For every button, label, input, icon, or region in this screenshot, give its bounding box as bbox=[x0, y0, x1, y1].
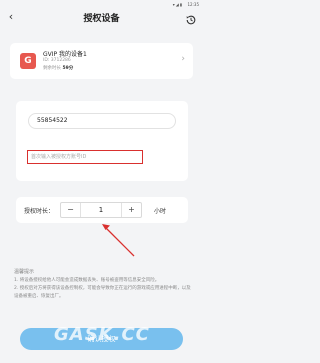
watermark: GASK.CC bbox=[54, 324, 150, 345]
chevron-right-icon: › bbox=[181, 54, 185, 64]
remaining-label: 剩余时长 bbox=[43, 66, 61, 71]
header: ‹ 授权设备 bbox=[0, 8, 203, 26]
duration-value[interactable]: 1 bbox=[81, 203, 121, 217]
duration-stepper: − 1 + bbox=[60, 202, 142, 218]
signal-icon: ▾◢▮ bbox=[172, 2, 183, 7]
tip-item: 1. 将设备授权给他人可能会造成数据丢失、账号被盗用等信息安全风险。 bbox=[14, 278, 160, 283]
app-logo: G bbox=[20, 53, 36, 69]
tip-item: 2. 授权后对方将获得该设备控制权，可能会导致你正在运行的游戏或应用进程中断，以… bbox=[14, 286, 191, 299]
duration-unit: 小时 bbox=[154, 208, 167, 215]
remaining-value: 59分 bbox=[62, 66, 74, 71]
device-card[interactable]: G GVIP 我的设备1 ID: 3712286 剩余时长 59分 › bbox=[10, 43, 193, 79]
authorization-code: 55854522 bbox=[28, 113, 176, 129]
tips-section: 温馨提示 1. 将设备授权给他人可能会造成数据丢失、账号被盗用等信息安全风险。 … bbox=[14, 268, 194, 301]
auth-card: 55854522 bbox=[16, 101, 188, 181]
history-button[interactable] bbox=[185, 11, 197, 25]
tips-title: 温馨提示 bbox=[14, 269, 35, 275]
duration-label: 授权时长： bbox=[24, 208, 55, 215]
decrease-button[interactable]: − bbox=[61, 203, 81, 217]
page-title: 授权设备 bbox=[83, 14, 120, 24]
increase-button[interactable]: + bbox=[121, 203, 141, 217]
device-id: ID: 3712286 bbox=[43, 58, 71, 63]
annotation-arrow bbox=[102, 224, 135, 257]
account-id-input[interactable] bbox=[27, 150, 143, 164]
status-bar: ▾◢▮ 12:35 bbox=[0, 0, 203, 8]
device-remaining: 剩余时长 59分 bbox=[43, 65, 73, 71]
history-icon bbox=[186, 15, 196, 25]
device-name: GVIP 我的设备1 bbox=[43, 51, 87, 58]
status-time: 12:35 bbox=[187, 2, 199, 7]
